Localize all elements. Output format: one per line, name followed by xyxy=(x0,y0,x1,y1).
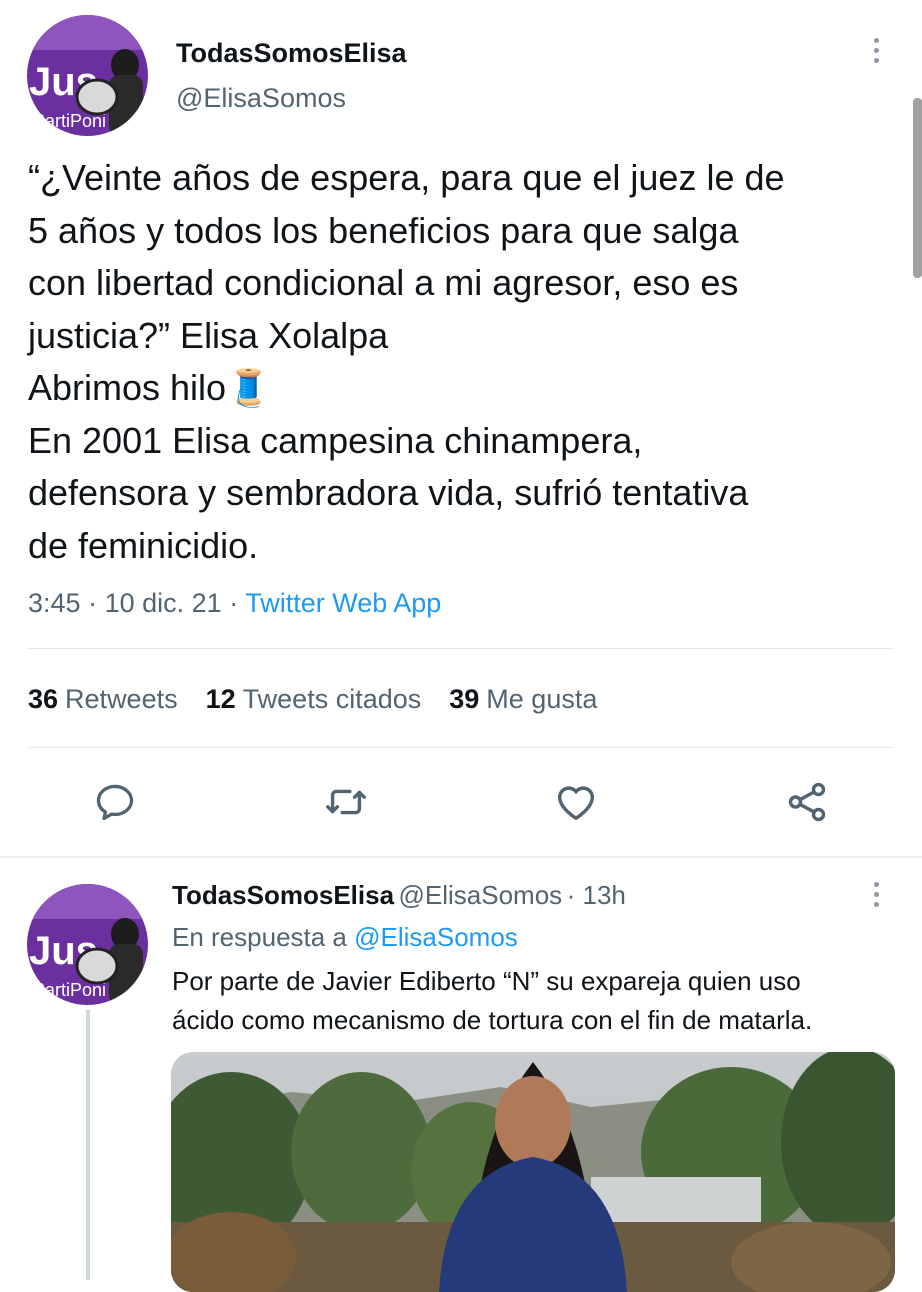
reply-icon[interactable] xyxy=(89,776,141,828)
divider xyxy=(28,648,894,649)
like-icon[interactable] xyxy=(550,776,602,828)
tweet-body: “¿Veinte años de espera, para que el jue… xyxy=(28,157,785,566)
tweet-source[interactable]: Twitter Web App xyxy=(245,588,441,618)
reply-more-options-icon[interactable] xyxy=(856,874,896,914)
reply-avatar[interactable]: Jus PartiPoni xyxy=(27,884,148,1005)
in-reply-prefix: En respuesta a xyxy=(172,922,347,952)
in-reply-handle[interactable]: @ElisaSomos xyxy=(354,922,518,952)
quote-tweets-stat[interactable]: 12 Tweets citados xyxy=(206,684,422,715)
in-reply-to: En respuesta a @ElisaSomos xyxy=(172,922,518,953)
tweet-photo[interactable] xyxy=(171,1052,895,1292)
tweet-stats: 36 Retweets 12 Tweets citados 39 Me gusta xyxy=(28,684,597,715)
tweet-date[interactable]: 10 dic. 21 xyxy=(105,588,222,618)
tweet-time[interactable]: 3:45 xyxy=(28,588,81,618)
user-handle[interactable]: @ElisaSomos xyxy=(176,83,346,114)
retweet-icon[interactable] xyxy=(320,776,372,828)
reply-age[interactable]: · 13h xyxy=(567,880,626,910)
reply-body: Por parte de Javier Ediberto “N” su expa… xyxy=(172,966,813,1035)
thread-line xyxy=(86,1010,90,1280)
tweet-timestamp: 3:45 · 10 dic. 21 · Twitter Web App xyxy=(28,588,441,619)
avatar[interactable]: Jus PartiPoni xyxy=(27,15,148,136)
display-name[interactable]: TodasSomosElisa xyxy=(176,38,407,69)
more-options-icon[interactable] xyxy=(856,30,896,70)
likes-stat[interactable]: 39 Me gusta xyxy=(449,684,597,715)
divider xyxy=(28,747,894,748)
meta-separator: · xyxy=(88,588,98,618)
scrollbar[interactable] xyxy=(913,98,922,278)
divider xyxy=(0,856,922,858)
reply-user-handle[interactable]: @ElisaSomos xyxy=(398,880,562,910)
share-icon[interactable] xyxy=(781,776,833,828)
reply-header: TodasSomosElisa @ElisaSomos · 13h xyxy=(172,880,626,911)
retweets-stat[interactable]: 36 Retweets xyxy=(28,684,178,715)
meta-separator: · xyxy=(229,588,239,618)
reply-display-name[interactable]: TodasSomosElisa xyxy=(172,880,394,910)
